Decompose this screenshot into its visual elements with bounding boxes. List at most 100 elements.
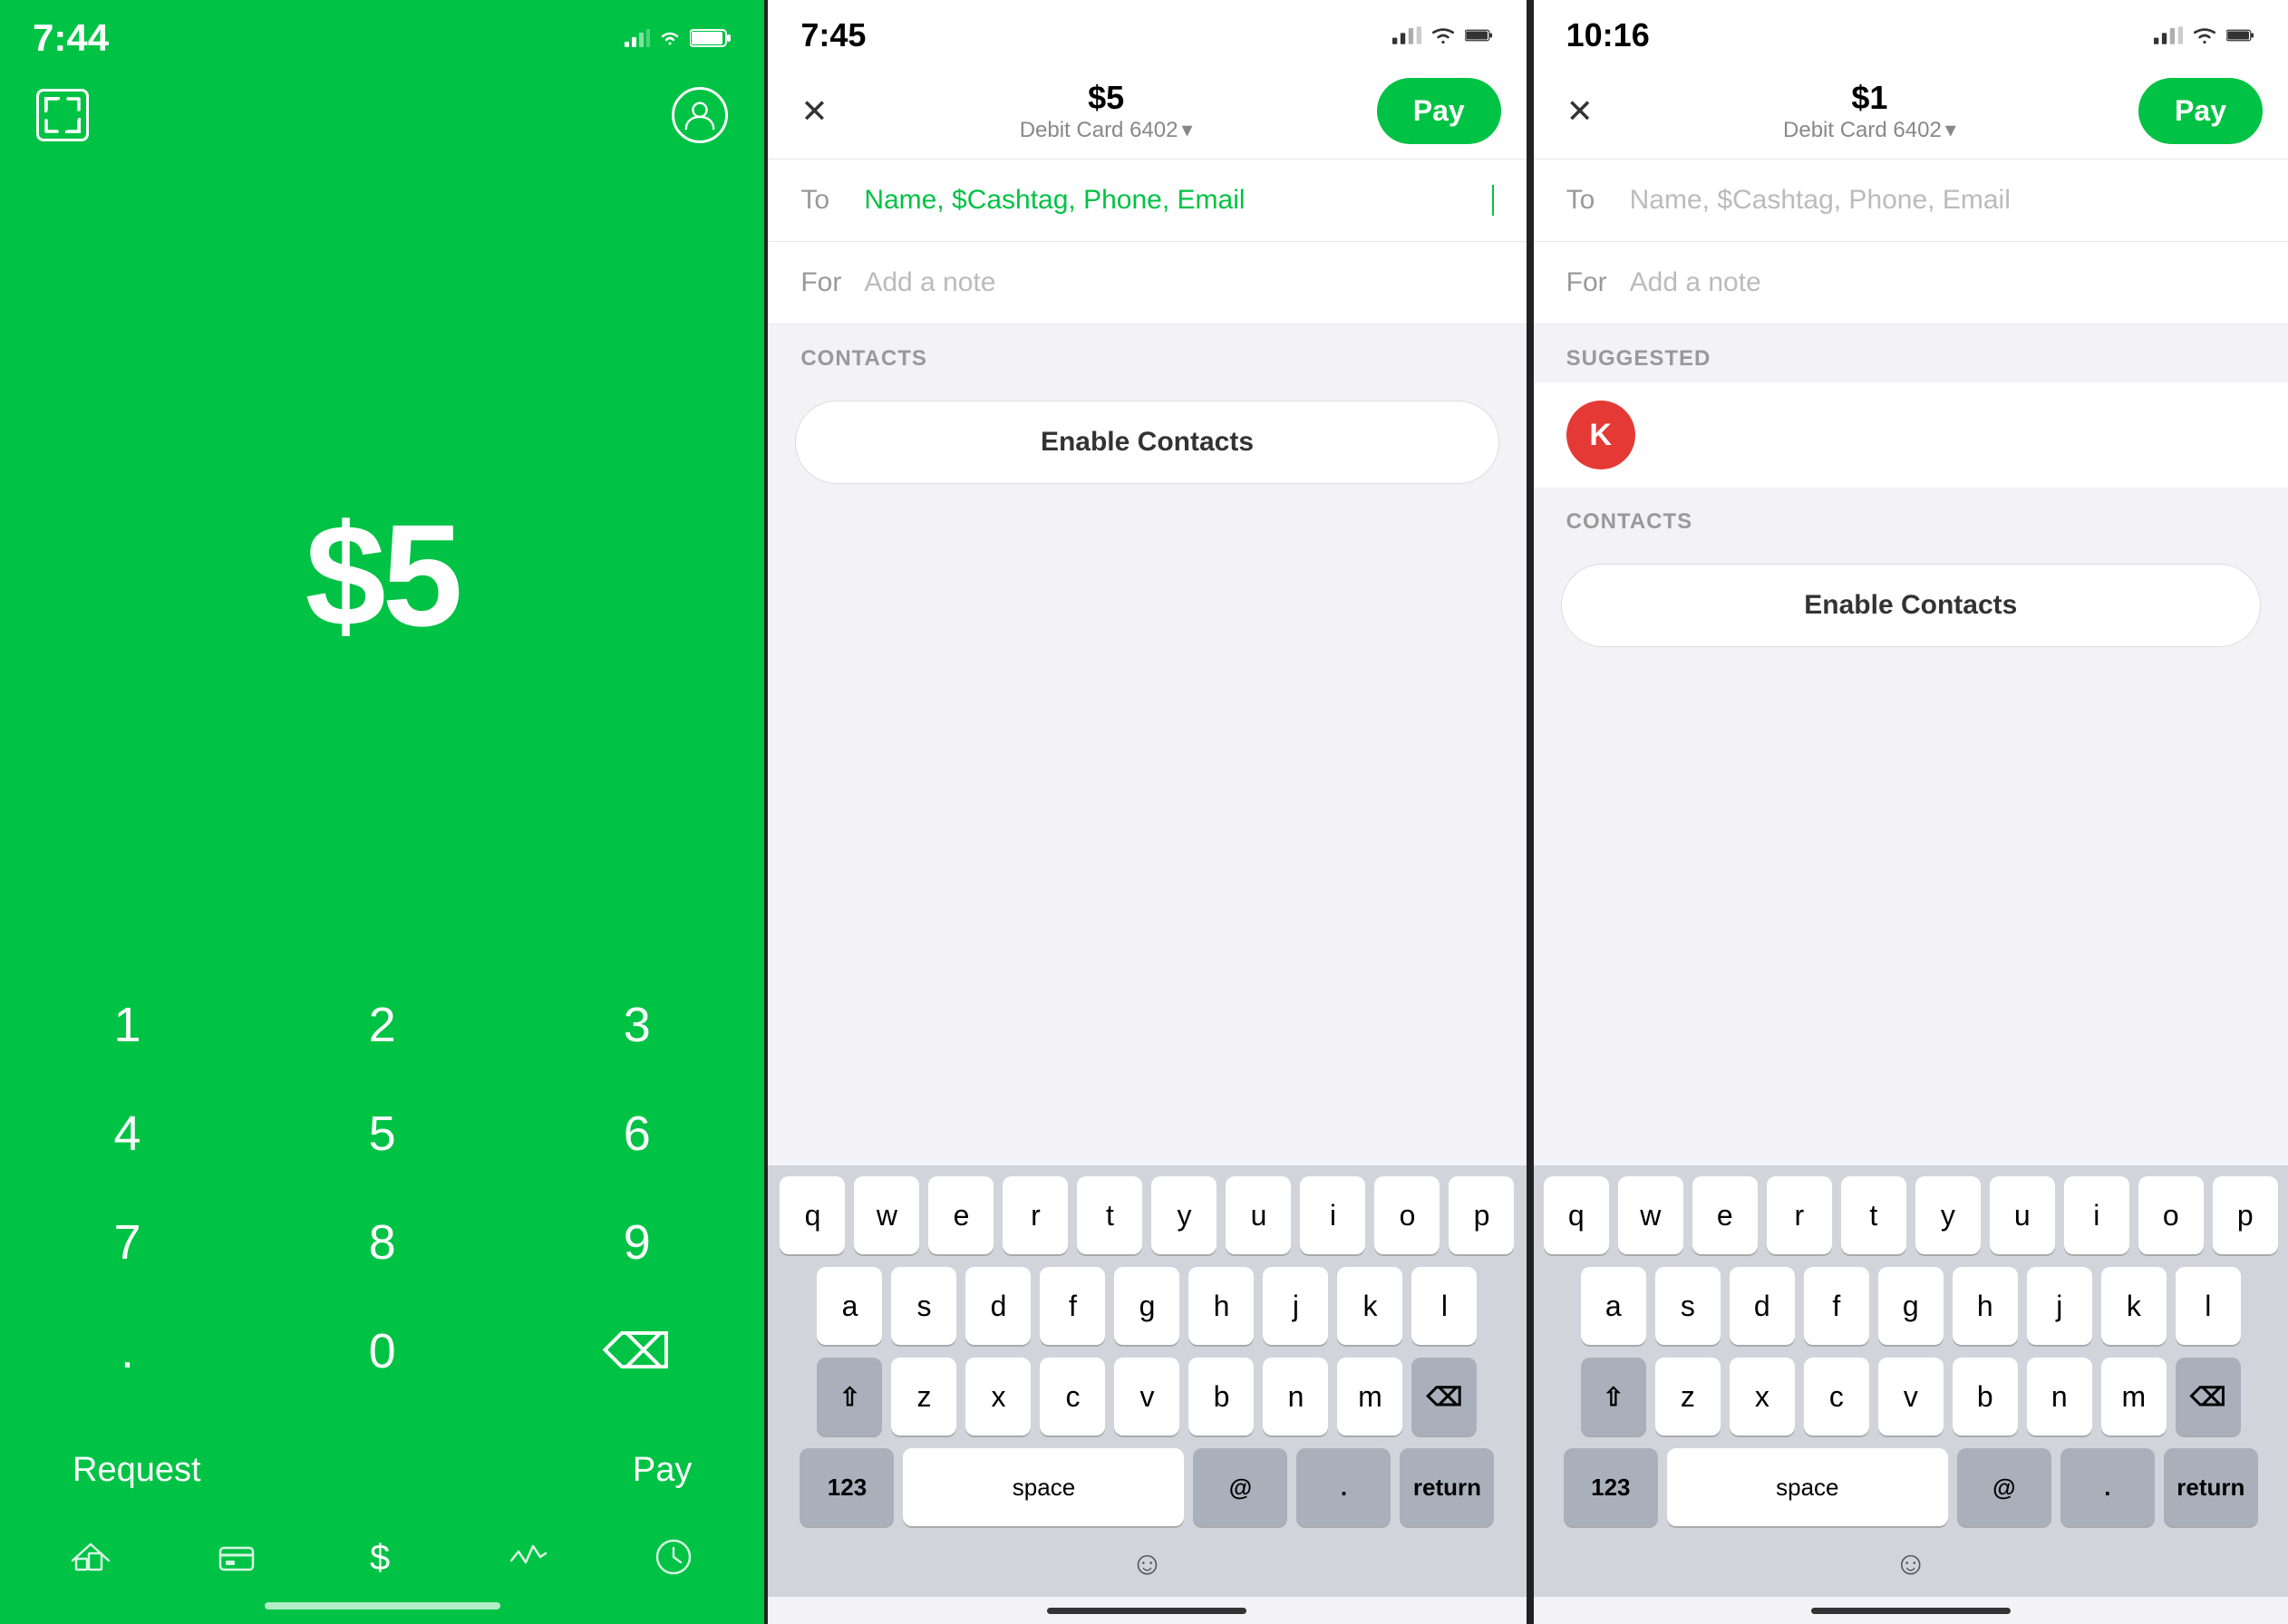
kb-return-3[interactable]: return bbox=[2164, 1448, 2258, 1526]
nav-home[interactable] bbox=[69, 1535, 112, 1579]
kb-a-2[interactable]: a bbox=[817, 1267, 882, 1345]
scan-icon[interactable] bbox=[36, 89, 89, 141]
enable-contacts-button-3[interactable]: Enable Contacts bbox=[1561, 564, 2261, 647]
kb-t-2[interactable]: t bbox=[1077, 1176, 1142, 1254]
kb-s-2[interactable]: s bbox=[891, 1267, 956, 1345]
kb-r-3[interactable]: r bbox=[1767, 1176, 1832, 1254]
kb-z-2[interactable]: z bbox=[891, 1358, 956, 1436]
kb-f-2[interactable]: f bbox=[1040, 1267, 1105, 1345]
kb-h-2[interactable]: h bbox=[1188, 1267, 1254, 1345]
kb-t-3[interactable]: t bbox=[1841, 1176, 1906, 1254]
kb-c-2[interactable]: c bbox=[1040, 1358, 1105, 1436]
close-button-3[interactable]: ✕ bbox=[1559, 85, 1601, 138]
kb-h-3[interactable]: h bbox=[1953, 1267, 2018, 1345]
close-button-2[interactable]: ✕ bbox=[793, 85, 835, 138]
kb-g-2[interactable]: g bbox=[1114, 1267, 1179, 1345]
kb-d-3[interactable]: d bbox=[1730, 1267, 1795, 1345]
kb-v-2[interactable]: v bbox=[1114, 1358, 1179, 1436]
numpad-key-8[interactable]: 8 bbox=[255, 1188, 509, 1297]
kb-at-3[interactable]: @ bbox=[1957, 1448, 2051, 1526]
numpad-key-7[interactable]: 7 bbox=[0, 1188, 255, 1297]
kb-123-2[interactable]: 123 bbox=[800, 1448, 894, 1526]
nav-dollar[interactable]: $ bbox=[361, 1535, 404, 1579]
numpad-key-4[interactable]: 4 bbox=[0, 1079, 255, 1188]
kb-b-3[interactable]: b bbox=[1953, 1358, 2018, 1436]
kb-a-3[interactable]: a bbox=[1581, 1267, 1646, 1345]
kb-w-3[interactable]: w bbox=[1618, 1176, 1683, 1254]
kb-p-2[interactable]: p bbox=[1449, 1176, 1514, 1254]
pay-button[interactable]: Pay bbox=[633, 1451, 692, 1490]
kb-y-3[interactable]: y bbox=[1915, 1176, 1981, 1254]
kb-space-2[interactable]: space bbox=[903, 1448, 1184, 1526]
kb-j-2[interactable]: j bbox=[1263, 1267, 1328, 1345]
kb-q-2[interactable]: q bbox=[780, 1176, 845, 1254]
card-info-3[interactable]: Debit Card 6402 ▾ bbox=[1783, 117, 1956, 143]
numpad-key-6[interactable]: 6 bbox=[509, 1079, 764, 1188]
kb-o-3[interactable]: o bbox=[2138, 1176, 2204, 1254]
to-input-2[interactable]: Name, $Cashtag, Phone, Email bbox=[864, 185, 1493, 216]
kb-y-2[interactable]: y bbox=[1151, 1176, 1217, 1254]
numpad-key-0[interactable]: 0 bbox=[255, 1297, 509, 1406]
kb-j-3[interactable]: j bbox=[2027, 1267, 2092, 1345]
kb-q-3[interactable]: q bbox=[1544, 1176, 1609, 1254]
kb-m-3[interactable]: m bbox=[2101, 1358, 2167, 1436]
to-input-3[interactable]: Name, $Cashtag, Phone, Email bbox=[1630, 185, 2255, 216]
kb-b-2[interactable]: b bbox=[1188, 1358, 1254, 1436]
for-input-3[interactable]: Add a note bbox=[1630, 267, 2255, 298]
numpad-key-backspace[interactable]: ⌫ bbox=[509, 1297, 764, 1406]
kb-x-3[interactable]: x bbox=[1730, 1358, 1795, 1436]
kb-k-2[interactable]: k bbox=[1337, 1267, 1402, 1345]
kb-return-2[interactable]: return bbox=[1400, 1448, 1494, 1526]
kb-u-2[interactable]: u bbox=[1226, 1176, 1291, 1254]
kb-u-3[interactable]: u bbox=[1990, 1176, 2055, 1254]
kb-at-2[interactable]: @ bbox=[1193, 1448, 1287, 1526]
kb-space-3[interactable]: space bbox=[1667, 1448, 1948, 1526]
kb-e-3[interactable]: e bbox=[1692, 1176, 1758, 1254]
kb-s-3[interactable]: s bbox=[1655, 1267, 1721, 1345]
for-input-2[interactable]: Add a note bbox=[864, 267, 1493, 298]
kb-w-2[interactable]: w bbox=[854, 1176, 919, 1254]
kb-m-2[interactable]: m bbox=[1337, 1358, 1402, 1436]
kb-n-3[interactable]: n bbox=[2027, 1358, 2092, 1436]
kb-o-2[interactable]: o bbox=[1374, 1176, 1440, 1254]
nav-activity[interactable] bbox=[506, 1535, 549, 1579]
kb-v-3[interactable]: v bbox=[1878, 1358, 1944, 1436]
enable-contacts-button-2[interactable]: Enable Contacts bbox=[795, 401, 1498, 484]
kb-x-2[interactable]: x bbox=[965, 1358, 1031, 1436]
request-button[interactable]: Request bbox=[73, 1451, 201, 1490]
kb-d-2[interactable]: d bbox=[965, 1267, 1031, 1345]
kb-backspace-2[interactable]: ⌫ bbox=[1411, 1358, 1477, 1436]
numpad-key-dot[interactable]: . bbox=[0, 1297, 255, 1406]
numpad-key-5[interactable]: 5 bbox=[255, 1079, 509, 1188]
kb-l-3[interactable]: l bbox=[2176, 1267, 2241, 1345]
kb-period-3[interactable]: . bbox=[2060, 1448, 2155, 1526]
kb-shift-3[interactable]: ⇧ bbox=[1581, 1358, 1646, 1436]
numpad-key-1[interactable]: 1 bbox=[0, 971, 255, 1079]
kb-n-2[interactable]: n bbox=[1263, 1358, 1328, 1436]
kb-l-2[interactable]: l bbox=[1411, 1267, 1477, 1345]
kb-shift-2[interactable]: ⇧ bbox=[817, 1358, 882, 1436]
kb-p-3[interactable]: p bbox=[2213, 1176, 2278, 1254]
kb-k-3[interactable]: k bbox=[2101, 1267, 2167, 1345]
kb-g-3[interactable]: g bbox=[1878, 1267, 1944, 1345]
kb-i-3[interactable]: i bbox=[2064, 1176, 2129, 1254]
numpad-key-3[interactable]: 3 bbox=[509, 971, 764, 1079]
nav-clock[interactable] bbox=[652, 1535, 695, 1579]
kb-backspace-3[interactable]: ⌫ bbox=[2176, 1358, 2241, 1436]
pay-button-2[interactable]: Pay bbox=[1377, 78, 1501, 144]
kb-f-3[interactable]: f bbox=[1804, 1267, 1869, 1345]
kb-period-2[interactable]: . bbox=[1296, 1448, 1391, 1526]
numpad-key-9[interactable]: 9 bbox=[509, 1188, 764, 1297]
profile-icon[interactable] bbox=[672, 87, 728, 143]
kb-z-3[interactable]: z bbox=[1655, 1358, 1721, 1436]
suggested-contact-3[interactable]: K bbox=[1534, 382, 2288, 488]
pay-button-3[interactable]: Pay bbox=[2138, 78, 2263, 144]
kb-r-2[interactable]: r bbox=[1003, 1176, 1068, 1254]
nav-card[interactable] bbox=[215, 1535, 258, 1579]
kb-123-3[interactable]: 123 bbox=[1564, 1448, 1658, 1526]
numpad-key-2[interactable]: 2 bbox=[255, 971, 509, 1079]
kb-i-2[interactable]: i bbox=[1300, 1176, 1365, 1254]
card-info-2[interactable]: Debit Card 6402 ▾ bbox=[1020, 117, 1193, 143]
kb-c-3[interactable]: c bbox=[1804, 1358, 1869, 1436]
kb-e-2[interactable]: e bbox=[928, 1176, 994, 1254]
